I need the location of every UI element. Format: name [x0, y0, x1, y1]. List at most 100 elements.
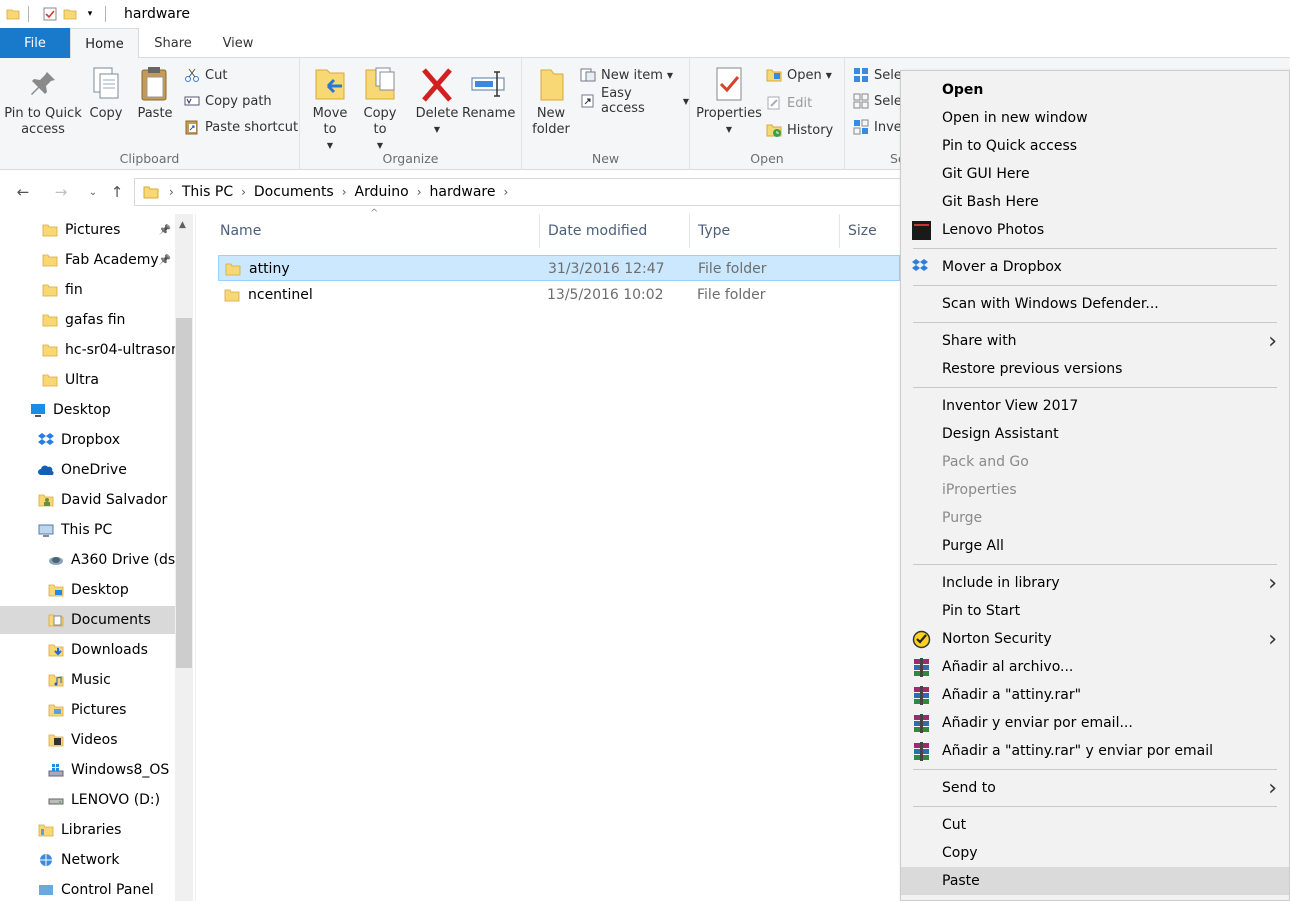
- menu-item[interactable]: Mover a Dropbox: [901, 253, 1289, 281]
- properties-icon[interactable]: [43, 7, 57, 21]
- back-arrow-icon[interactable]: ←: [12, 180, 34, 204]
- move-to-button[interactable]: Move to ▼: [308, 64, 352, 154]
- new-folder-icon[interactable]: [63, 7, 77, 21]
- file-row[interactable]: attiny 31/3/2016 12:47 File folder: [218, 255, 900, 281]
- up-arrow-icon[interactable]: ↑: [106, 180, 128, 204]
- menu-item[interactable]: Open: [901, 76, 1289, 104]
- menu-item[interactable]: Inventor View 2017: [901, 392, 1289, 420]
- properties-button[interactable]: Properties ▼: [696, 64, 762, 138]
- nav-item[interactable]: Fab Academy 📌: [0, 246, 175, 274]
- history-button[interactable]: History: [766, 119, 833, 141]
- menu-item[interactable]: Norton Security ›: [901, 625, 1289, 653]
- breadcrumb-hardware[interactable]: hardware: [430, 184, 496, 200]
- pin-icon[interactable]: 📌: [159, 225, 171, 236]
- chevron-right-icon[interactable]: ›: [504, 185, 509, 199]
- nav-item[interactable]: Control Panel: [0, 876, 175, 901]
- easy-access-button[interactable]: Easy access ▼: [580, 86, 689, 116]
- select-all-button[interactable]: Sele: [853, 64, 902, 86]
- menu-item[interactable]: Design Assistant: [901, 420, 1289, 448]
- nav-item[interactable]: LENOVO (D:): [0, 786, 175, 814]
- menu-item[interactable]: Pack and Go: [901, 448, 1289, 476]
- menu-item[interactable]: Purge All: [901, 532, 1289, 560]
- menu-item[interactable]: iProperties: [901, 476, 1289, 504]
- breadcrumb-this-pc[interactable]: This PC: [182, 184, 233, 200]
- delete-button[interactable]: Delete ▼: [414, 64, 460, 138]
- menu-item[interactable]: Send to ›: [901, 774, 1289, 802]
- menu-item[interactable]: Añadir al archivo...: [901, 653, 1289, 681]
- pin-to-quick-access-button[interactable]: Pin to Quick access: [4, 64, 82, 138]
- nav-item[interactable]: This PC: [0, 516, 175, 544]
- address-bar[interactable]: › This PC › Documents › Arduino › hardwa…: [134, 178, 904, 206]
- nav-scrollbar[interactable]: ▲: [175, 214, 193, 901]
- new-item-button[interactable]: New item ▼: [580, 64, 673, 86]
- nav-item[interactable]: Downloads: [0, 636, 175, 664]
- tab-file[interactable]: File: [0, 28, 70, 58]
- copy-to-button[interactable]: Copy to ▼: [358, 64, 402, 154]
- nav-item[interactable]: Desktop: [0, 396, 175, 424]
- tab-share[interactable]: Share: [145, 28, 201, 58]
- breadcrumb-arduino[interactable]: Arduino: [355, 184, 409, 200]
- chevron-right-icon[interactable]: ›: [169, 185, 174, 199]
- menu-item[interactable]: Include in library ›: [901, 569, 1289, 597]
- menu-item[interactable]: Pin to Start: [901, 597, 1289, 625]
- menu-item[interactable]: Añadir y enviar por email...: [901, 709, 1289, 737]
- forward-arrow-icon[interactable]: →: [50, 180, 72, 204]
- menu-item[interactable]: Git GUI Here: [901, 160, 1289, 188]
- nav-item[interactable]: fin: [0, 276, 175, 304]
- tab-home[interactable]: Home: [70, 28, 139, 59]
- column-header-date-modified[interactable]: Date modified: [538, 214, 690, 248]
- cut-button[interactable]: Cut: [184, 64, 227, 86]
- nav-item[interactable]: Ultra: [0, 366, 175, 394]
- paste-button[interactable]: Paste: [132, 64, 178, 122]
- nav-item[interactable]: Network: [0, 846, 175, 874]
- menu-item[interactable]: Share with ›: [901, 327, 1289, 355]
- edit-button[interactable]: Edit: [766, 92, 812, 114]
- select-none-button[interactable]: Sele: [853, 90, 902, 112]
- customize-dropdown-icon[interactable]: ▾: [83, 7, 97, 21]
- nav-item[interactable]: OneDrive: [0, 456, 175, 484]
- menu-item[interactable]: Open in new window: [901, 104, 1289, 132]
- copy-button[interactable]: Copy: [84, 64, 128, 122]
- folder-icon[interactable]: [6, 7, 20, 21]
- scroll-up-icon[interactable]: ▲: [179, 220, 186, 230]
- new-folder-button[interactable]: New folder: [528, 64, 574, 138]
- nav-item[interactable]: Pictures 📌: [0, 216, 175, 244]
- menu-item[interactable]: Lenovo Photos: [901, 216, 1289, 244]
- menu-item[interactable]: Purge: [901, 504, 1289, 532]
- nav-item[interactable]: gafas fin: [0, 306, 175, 334]
- open-button[interactable]: Open ▼: [766, 64, 832, 86]
- file-row[interactable]: ncentinel 13/5/2016 10:02 File folder: [218, 282, 900, 308]
- menu-item[interactable]: Pin to Quick access: [901, 132, 1289, 160]
- nav-item[interactable]: Documents: [0, 606, 175, 634]
- menu-item[interactable]: Git Bash Here: [901, 188, 1289, 216]
- menu-item[interactable]: Cut: [901, 811, 1289, 839]
- nav-item[interactable]: David Salvador: [0, 486, 175, 514]
- nav-item[interactable]: Desktop: [0, 576, 175, 604]
- column-header-name[interactable]: Name: [210, 214, 540, 248]
- menu-item[interactable]: Restore previous versions: [901, 355, 1289, 383]
- nav-item[interactable]: Libraries: [0, 816, 175, 844]
- nav-item[interactable]: Pictures: [0, 696, 175, 724]
- menu-item[interactable]: Añadir a "attiny.rar": [901, 681, 1289, 709]
- chevron-right-icon[interactable]: ›: [241, 185, 246, 199]
- column-header-size[interactable]: Size: [838, 214, 908, 248]
- nav-item[interactable]: Dropbox: [0, 426, 175, 454]
- nav-item[interactable]: Windows8_OS: [0, 756, 175, 784]
- chevron-right-icon[interactable]: ›: [417, 185, 422, 199]
- nav-item[interactable]: A360 Drive (dsa: [0, 546, 175, 574]
- recent-locations-chevron-icon[interactable]: ⌄: [82, 180, 104, 204]
- nav-item[interactable]: Videos: [0, 726, 175, 754]
- rename-button[interactable]: Rename: [462, 64, 515, 122]
- menu-item[interactable]: Añadir a "attiny.rar" y enviar por email: [901, 737, 1289, 765]
- breadcrumb-documents[interactable]: Documents: [254, 184, 334, 200]
- nav-item[interactable]: hc-sr04-ultrasoni: [0, 336, 175, 364]
- nav-item[interactable]: Music: [0, 666, 175, 694]
- copy-path-button[interactable]: Copy path: [184, 90, 272, 112]
- chevron-right-icon[interactable]: ›: [342, 185, 347, 199]
- pin-icon[interactable]: 📌: [159, 255, 171, 266]
- invert-selection-button[interactable]: Inve: [853, 116, 902, 138]
- menu-item[interactable]: Scan with Windows Defender...: [901, 290, 1289, 318]
- tab-view[interactable]: View: [210, 28, 266, 58]
- menu-item[interactable]: Paste: [901, 867, 1289, 895]
- column-header-type[interactable]: Type: [688, 214, 840, 248]
